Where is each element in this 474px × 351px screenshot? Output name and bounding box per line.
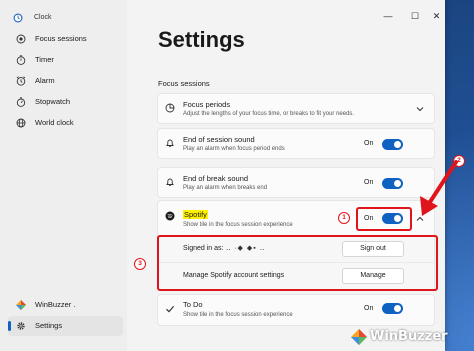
todo-checkmark-icon	[166, 306, 175, 313]
winbuzzer-logo-icon	[16, 300, 26, 310]
todo-card: To Do Show tile in the focus session exp…	[157, 294, 435, 326]
annotation-box-1	[356, 207, 412, 231]
focus-icon	[16, 34, 26, 44]
sidebar-item-timer[interactable]: Timer	[8, 50, 123, 70]
card-description: Show tile in the focus session experienc…	[183, 312, 293, 318]
settings-content: Settings Focus sessions Focus periods Ad…	[127, 0, 445, 351]
gear-icon	[17, 322, 25, 330]
annotation-box-3	[157, 235, 438, 291]
toggle-state-label: On	[364, 179, 374, 186]
card-title: Focus periods	[183, 100, 231, 109]
annotation-badge-3: 3	[134, 258, 146, 270]
todo-toggle[interactable]	[382, 303, 403, 314]
card-title: End of break sound	[183, 174, 249, 183]
end-session-sound-card: End of session sound Play an alarm when …	[157, 128, 435, 159]
card-description: Show tile in the focus session experienc…	[183, 222, 293, 228]
toggle-state-label: On	[364, 140, 374, 147]
sidebar-item-label: Settings	[35, 321, 63, 330]
bell-icon	[166, 139, 174, 148]
card-description: Play an alarm when breaks end	[183, 185, 268, 191]
card-description: Adjust the lengths of your focus time, o…	[183, 111, 355, 117]
stopwatch-icon	[16, 97, 26, 107]
account-name: WinBuzzer .	[35, 300, 76, 309]
focus-periods-card[interactable]: Focus periods Adjust the lengths of your…	[157, 93, 435, 124]
end-session-sound-toggle[interactable]	[382, 139, 403, 150]
annotation-arrow-icon	[420, 160, 458, 216]
globe-icon	[16, 118, 26, 128]
page-title: Settings	[158, 27, 245, 52]
winbuzzer-logo-icon	[351, 329, 367, 345]
card-description: Play an alarm when focus period ends	[183, 146, 285, 152]
sidebar-item-focus-sessions[interactable]: Focus sessions	[8, 29, 123, 49]
sidebar-item-label: Alarm	[35, 76, 55, 85]
sidebar-item-world-clock[interactable]: World clock	[8, 113, 123, 133]
card-title: Spotify	[183, 210, 208, 219]
end-break-sound-card: End of break sound Play an alarm when br…	[157, 167, 435, 198]
alarm-icon	[16, 76, 26, 86]
toggle-state-label: On	[364, 305, 374, 312]
bell-icon	[166, 178, 174, 187]
sidebar-item-alarm[interactable]: Alarm	[8, 71, 123, 91]
sidebar-item-label: Stopwatch	[35, 97, 71, 106]
clock-app-icon	[13, 13, 23, 23]
watermark-text: WinBuzzer	[370, 329, 448, 344]
clock-window: Clock Focus sessions Timer Alarm Stopwat…	[0, 0, 445, 351]
app-title: Clock	[34, 14, 52, 21]
focus-icon	[165, 103, 175, 113]
account-button[interactable]: WinBuzzer .	[8, 295, 123, 315]
section-heading: Focus sessions	[158, 79, 210, 88]
end-break-sound-toggle[interactable]	[382, 178, 403, 189]
card-title: End of session sound	[183, 135, 255, 144]
spotify-icon	[165, 211, 175, 221]
sidebar-item-stopwatch[interactable]: Stopwatch	[8, 92, 123, 112]
sidebar: Clock Focus sessions Timer Alarm Stopwat…	[0, 0, 127, 351]
selected-indicator	[8, 321, 11, 331]
timer-icon	[16, 55, 26, 65]
sidebar-item-label: Timer	[35, 55, 54, 64]
annotation-badge-1: 1	[338, 212, 350, 224]
sidebar-item-label: World clock	[35, 118, 74, 127]
card-title: To Do	[183, 300, 203, 309]
chevron-down-icon[interactable]	[415, 104, 425, 114]
sidebar-item-label: Focus sessions	[35, 34, 87, 43]
winbuzzer-watermark: WinBuzzer	[348, 326, 448, 348]
sidebar-item-settings[interactable]: Settings	[8, 316, 123, 336]
